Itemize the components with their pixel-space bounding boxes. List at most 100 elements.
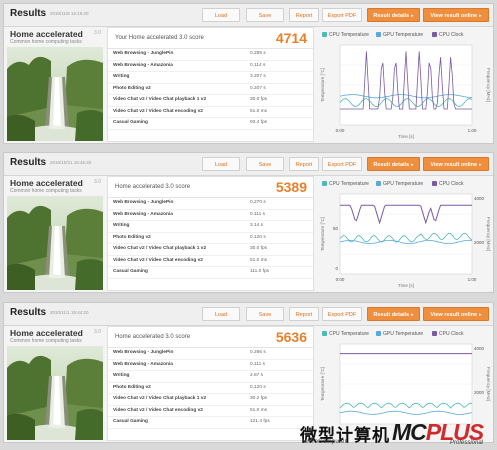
table-row: Video Chat v2 / Video Chat playback 1 v2… <box>108 244 313 256</box>
results-title: Results <box>10 307 47 318</box>
load-button[interactable]: Load <box>202 157 240 171</box>
y-right-axis-label: Frequency [MHz] <box>486 367 491 401</box>
x-tick-label: 1.00 <box>468 128 477 133</box>
report-button[interactable]: Report <box>289 157 319 171</box>
test-name: Home accelerated <box>10 178 83 188</box>
row-value: 0.266 s <box>250 350 266 355</box>
export-pdf-button[interactable]: Export PDF <box>322 307 362 321</box>
result-timestamp: 2010/10/31 15:45:40 <box>50 160 92 165</box>
score-table: Home accelerated 3.0 score 5389 Web Brow… <box>107 176 314 291</box>
row-label: Web Browsing - Amazonia <box>113 361 173 367</box>
load-button[interactable]: Load <box>202 307 240 321</box>
result-details-button[interactable]: Result details ▸ <box>367 157 420 171</box>
legend-gpu-temperature: GPU Temperature <box>376 330 423 338</box>
view-result-online-button[interactable]: View result online ▸ <box>423 157 489 171</box>
landscape-waterfall-image <box>7 196 103 290</box>
result-timestamp: 2010/11/8 15:16:20 <box>50 11 89 16</box>
result-panel-1: Results 2010/11/8 15:16:20 Load Save Rep… <box>3 3 494 144</box>
table-row: Casual Gaming 111.0 fps <box>108 267 313 279</box>
score-table: Your Home accelerated 3.0 score 4714 Web… <box>107 27 314 142</box>
table-row: Photo Editing v2 0.207 s <box>108 84 313 95</box>
watermark-english-title: MicroComputer <box>302 439 347 445</box>
table-row: Photo Editing v2 0.120 s <box>108 233 313 244</box>
test-version: 3.0 <box>94 329 101 335</box>
test-version: 3.0 <box>94 179 101 185</box>
caret-right-icon: ▸ <box>479 13 482 19</box>
table-row: Writing 2.87 s <box>108 371 313 383</box>
row-label: Video Chat v2 / Video Chat playback 1 v2 <box>113 246 207 251</box>
result-toolbar: Results 2010/11/1 15:44:20 Load Save Rep… <box>4 303 493 326</box>
score-value: 5389 <box>275 179 307 195</box>
report-button[interactable]: Report <box>289 307 319 321</box>
y-right-tick-label: 2000 <box>474 240 485 245</box>
table-row: Web Browsing - Amazonia 0.111 s <box>108 210 313 221</box>
export-pdf-button[interactable]: Export PDF <box>322 157 362 171</box>
y-left-tick-label: 0 <box>335 266 338 271</box>
save-button[interactable]: Save <box>246 307 284 321</box>
table-row: Video Chat v2 / Video Chat playback 1 v2… <box>108 95 313 107</box>
table-row: Web Browsing - JunglePin 0.266 s <box>108 348 313 360</box>
result-timestamp: 2010/11/1 15:44:20 <box>50 310 89 315</box>
y-left-tick-label: 50 <box>333 226 339 231</box>
row-value: 51.0 ms <box>250 407 268 413</box>
test-subtitle: Common home computing tasks <box>10 39 82 45</box>
save-button[interactable]: Save <box>246 157 284 171</box>
row-value: 0.114 s <box>250 62 266 68</box>
legend-cpu-temperature: CPU Temperature <box>322 330 369 338</box>
result-details-button[interactable]: Result details ▸ <box>367 307 420 321</box>
x-tick-label: 0.00 <box>336 128 345 133</box>
subtest-rows: Web Browsing - JunglePin 0.266 s Web Brow… <box>108 348 313 429</box>
table-row: Web Browsing - JunglePin 0.270 s <box>108 198 313 210</box>
view-result-online-button[interactable]: View result online ▸ <box>423 307 489 321</box>
legend-gpu-temperature: GPU Temperature <box>376 180 423 188</box>
y-right-tick-label: 2000 <box>474 390 485 395</box>
legend-gpu-temperature: GPU Temperature <box>376 31 423 39</box>
row-value: 30.0 fps <box>250 246 268 251</box>
view-result-online-button[interactable]: View result online ▸ <box>423 8 489 22</box>
score-label: Your Home accelerated 3.0 score <box>115 35 204 41</box>
table-row: Video Chat v2 / Video Chat encoding v2 51… <box>108 107 313 118</box>
table-row: Writing 3.207 s <box>108 72 313 84</box>
subtest-rows: Web Browsing - JunglePin 0.285 s Web Brow… <box>108 49 313 130</box>
score-label: Home accelerated 3.0 score <box>115 184 191 190</box>
test-subtitle: Common home computing tasks <box>10 338 82 344</box>
row-value: 0.207 s <box>250 85 266 91</box>
legend-cpu-clock: CPU Clock <box>432 31 463 39</box>
view-online-label: View result online <box>430 312 478 318</box>
report-button[interactable]: Report <box>289 8 319 22</box>
row-label: Casual Gaming <box>113 419 148 424</box>
row-label: Web Browsing - JunglePin <box>113 200 174 205</box>
watermark-logo-sub: Professional <box>450 440 484 446</box>
view-online-label: View result online <box>430 162 478 168</box>
row-label: Video Chat v2 / Video Chat encoding v2 <box>113 108 203 114</box>
caret-right-icon: ▸ <box>411 312 414 318</box>
row-value: 51.0 ms <box>250 108 268 114</box>
test-name: Home accelerated <box>10 29 83 39</box>
score-header: Home accelerated 3.0 score 5389 <box>108 177 313 198</box>
table-row: Photo Editing v2 0.120 s <box>108 383 313 394</box>
row-value: 2.87 s <box>250 373 264 378</box>
save-button[interactable]: Save <box>246 8 284 22</box>
caret-right-icon: ▸ <box>411 13 414 19</box>
caret-right-icon: ▸ <box>479 312 482 318</box>
legend-cpu-clock: CPU Clock <box>432 180 463 188</box>
row-value: 30.0 fps <box>250 97 268 102</box>
row-value: 0.270 s <box>250 200 266 205</box>
y-right-tick-label: 4000 <box>474 196 485 201</box>
test-info: Home accelerated 3.0 Common home computi… <box>7 326 103 441</box>
row-value: 121.4 fps <box>250 419 270 424</box>
monitoring-chart: CPU Temperature GPU Temperature CPU Cloc… <box>318 176 492 291</box>
score-table: Home accelerated 3.0 score 5636 Web Brow… <box>107 326 314 441</box>
legend-cpu-temperature: CPU Temperature <box>322 180 369 188</box>
score-header: Your Home accelerated 3.0 score 4714 <box>108 28 313 49</box>
test-name: Home accelerated <box>10 328 83 338</box>
row-value: 111.0 fps <box>250 269 270 274</box>
export-pdf-button[interactable]: Export PDF <box>322 8 362 22</box>
load-button[interactable]: Load <box>202 8 240 22</box>
row-value: 0.111 s <box>250 211 266 217</box>
publisher-watermark: 微型计算机 MicroComputer MCPLUS Professional <box>300 418 495 448</box>
row-label: Video Chat v2 / Video Chat encoding v2 <box>113 407 203 413</box>
result-details-button[interactable]: Result details ▸ <box>367 8 420 22</box>
x-tick-label: 0:00 <box>336 277 345 282</box>
monitoring-chart: CPU Temperature GPU Temperature CPU Cloc… <box>318 27 492 142</box>
